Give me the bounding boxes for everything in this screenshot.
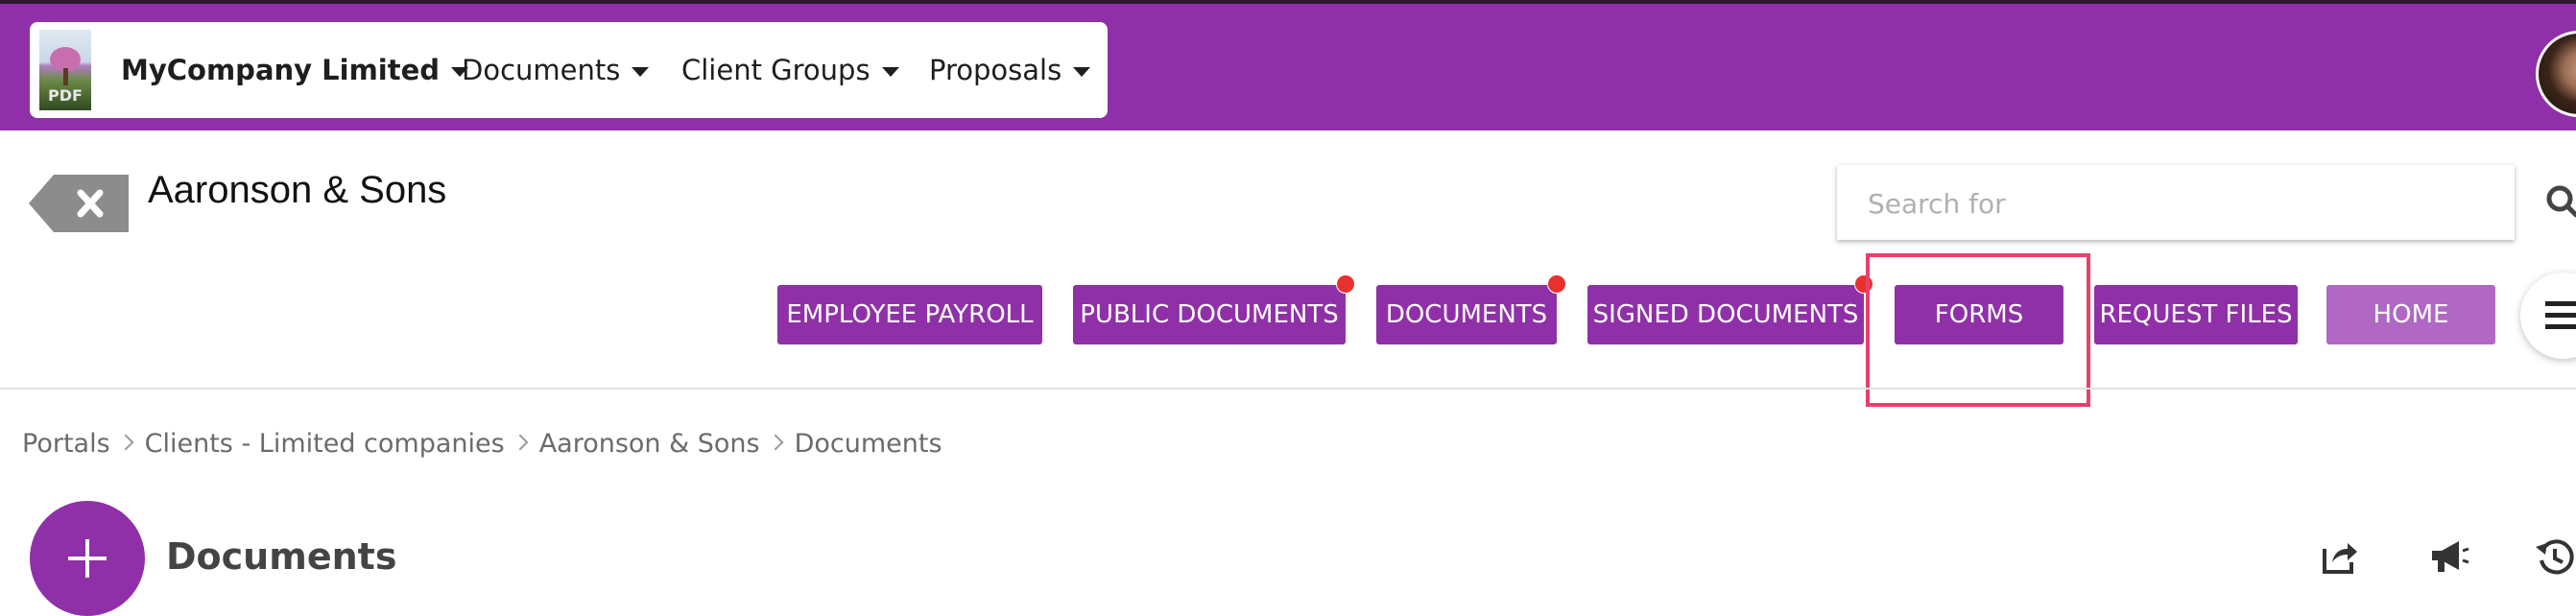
search-input[interactable] [1866, 165, 2518, 242]
chevron-down-icon [632, 67, 650, 77]
menu-icon [2545, 301, 2576, 329]
notification-dot [1336, 274, 1355, 294]
tab-public-documents[interactable]: PUBLIC DOCUMENTS [1073, 285, 1346, 344]
chevron-right-icon [512, 434, 529, 451]
chevron-down-icon [881, 67, 899, 77]
brand-nav-box: PDF MyCompany Limited Documents Client G… [30, 22, 1108, 118]
breadcrumb-clients-limited-companies[interactable]: Clients - Limited companies [145, 429, 505, 459]
top-navigation-bar: PDF MyCompany Limited Documents Client G… [0, 0, 2576, 130]
tab-request-files[interactable]: REQUEST FILES [2094, 285, 2298, 344]
logo-trunk-shape [63, 68, 68, 85]
user-avatar[interactable] [2536, 31, 2576, 117]
breadcrumb-documents: Documents [794, 429, 942, 459]
nav-documents-label: Documents [462, 54, 621, 86]
page-title: Aaronson & Sons [148, 169, 447, 211]
forms-tab-highlight [1866, 253, 2090, 407]
company-name: MyCompany Limited [121, 54, 441, 86]
history-icon[interactable] [2534, 535, 2576, 578]
nav-client-groups[interactable]: Client Groups [681, 22, 899, 118]
nav-proposals-label: Proposals [929, 54, 1062, 86]
tab-employee-payroll[interactable]: EMPLOYEE PAYROLL [777, 285, 1042, 344]
menu-button[interactable] [2520, 272, 2576, 359]
company-switcher[interactable]: MyCompany Limited [121, 22, 469, 118]
nav-client-groups-label: Client Groups [681, 54, 871, 86]
company-logo[interactable]: PDF [39, 30, 91, 110]
breadcrumb-aaronson-sons[interactable]: Aaronson & Sons [539, 429, 760, 459]
chevron-down-icon [1073, 67, 1091, 77]
tab-documents[interactable]: DOCUMENTS [1376, 285, 1557, 344]
notification-dot [1547, 274, 1566, 294]
share-icon[interactable] [2319, 535, 2361, 578]
header-divider [0, 388, 2576, 390]
search-icon[interactable] [2543, 182, 2576, 221]
breadcrumb-portals[interactable]: Portals [22, 429, 110, 459]
add-button[interactable] [30, 501, 145, 616]
logo-text: PDF [48, 86, 83, 105]
tab-home[interactable]: HOME [2326, 285, 2495, 344]
section-title: Documents [166, 535, 397, 578]
nav-proposals[interactable]: Proposals [929, 22, 1091, 118]
back-tag-icon[interactable] [29, 175, 129, 232]
nav-documents[interactable]: Documents [462, 22, 650, 118]
megaphone-icon[interactable] [2428, 535, 2470, 578]
tab-signed-documents[interactable]: SIGNED DOCUMENTS [1587, 285, 1864, 344]
chevron-right-icon [117, 434, 134, 451]
breadcrumb: Portals Clients - Limited companies Aarons… [22, 428, 942, 461]
search-field[interactable] [1837, 165, 2518, 242]
chevron-right-icon [767, 434, 784, 451]
